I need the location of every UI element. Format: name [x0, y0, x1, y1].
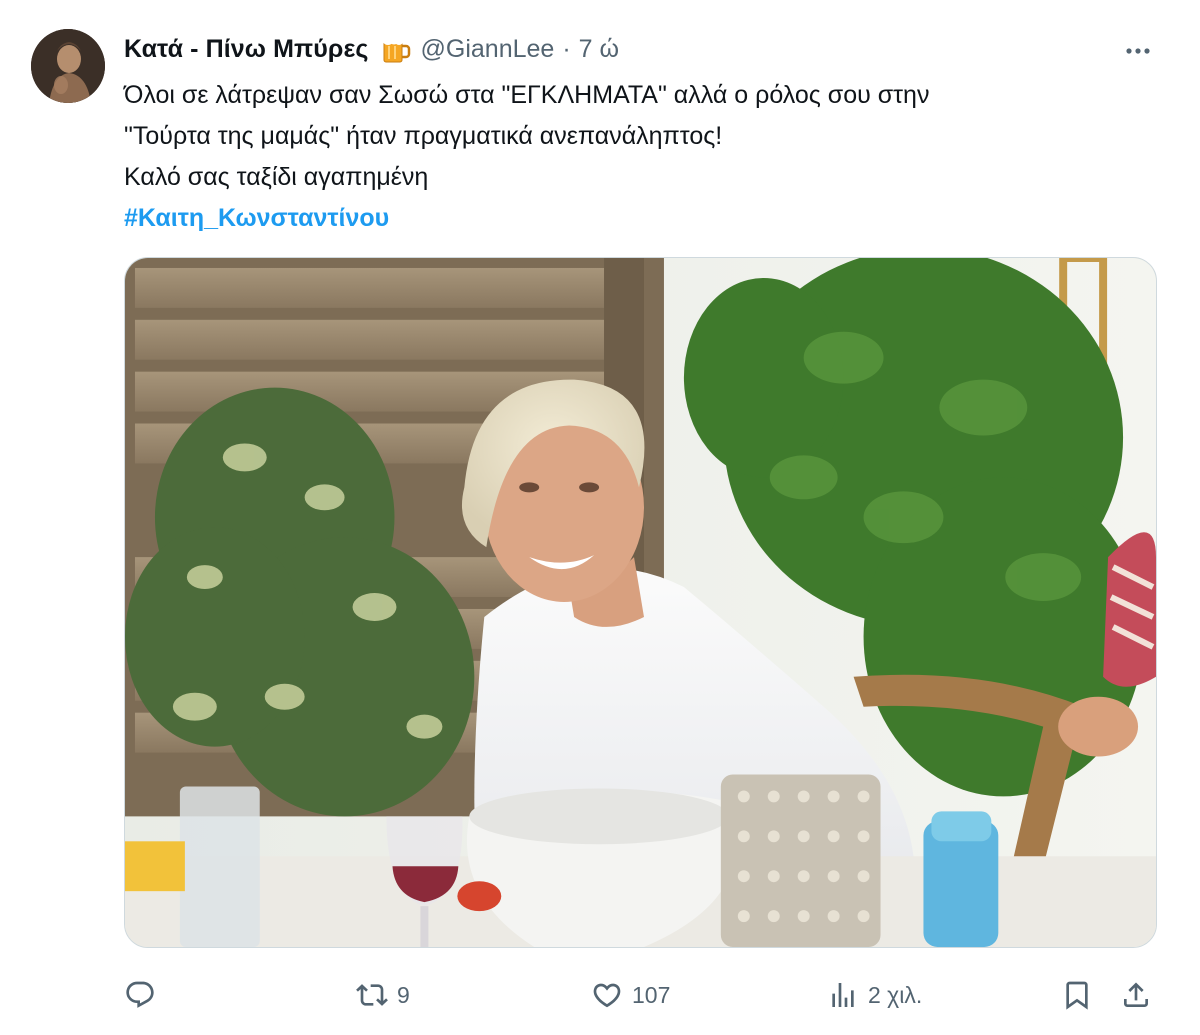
- share-button[interactable]: [1120, 972, 1152, 1018]
- retweet-count: 9: [397, 981, 410, 1008]
- heart-icon: [593, 983, 621, 1008]
- beer-mug-icon: [379, 33, 411, 65]
- more-options-button[interactable]: [1118, 34, 1158, 68]
- views-button[interactable]: 2 χιλ.: [827, 972, 922, 1018]
- tweet-timestamp[interactable]: 7 ώ: [579, 35, 619, 64]
- hashtag-link[interactable]: #Καιτη_Κωνσταντίνου: [124, 198, 1164, 239]
- retweet-icon: [356, 984, 388, 1006]
- tweet-text-line: Καλό σας ταξίδι αγαπημένη: [124, 163, 429, 191]
- avatar-image: [31, 29, 105, 103]
- tweet-photo[interactable]: [124, 257, 1157, 948]
- retweet-button[interactable]: 9: [356, 972, 410, 1018]
- views-chart-icon: [832, 983, 854, 1007]
- tweet-text: Όλοι σε λάτρεψαν σαν Σωσώ στα "ΕΓΚΛΗΜΑΤΑ…: [124, 75, 1164, 239]
- more-dots-icon: [1126, 48, 1150, 54]
- tweet-text-line: Όλοι σε λάτρεψαν σαν Σωσώ στα "ΕΓΚΛΗΜΑΤΑ…: [124, 81, 930, 109]
- separator-dot: ·: [562, 34, 571, 63]
- bookmark-button[interactable]: [1061, 972, 1093, 1018]
- author-display-name[interactable]: Κατά - Πίνω Μπύρες: [124, 35, 369, 64]
- author-handle[interactable]: @GiannLee: [421, 35, 555, 64]
- share-icon: [1124, 982, 1148, 1007]
- tweet-actions: 9 107 2 χιλ.: [124, 972, 1164, 1018]
- reply-icon: [126, 981, 154, 1008]
- like-button[interactable]: 107: [591, 972, 670, 1018]
- tweet-text-line: "Τούρτα της μαμάς" ήταν πραγματικά ανεπα…: [124, 122, 723, 150]
- photo-image: [125, 258, 1156, 947]
- bookmark-icon: [1066, 981, 1088, 1010]
- avatar[interactable]: [31, 29, 105, 103]
- reply-button[interactable]: [124, 972, 165, 1018]
- views-count: 2 χιλ.: [868, 981, 923, 1008]
- tweet-header: Κατά - Πίνω Μπύρες @GiannLee · 7 ώ: [124, 32, 619, 66]
- like-count: 107: [632, 981, 671, 1008]
- tweet-card[interactable]: Κατά - Πίνω Μπύρες @GiannLee · 7 ώ Όλοι …: [0, 0, 1200, 1035]
